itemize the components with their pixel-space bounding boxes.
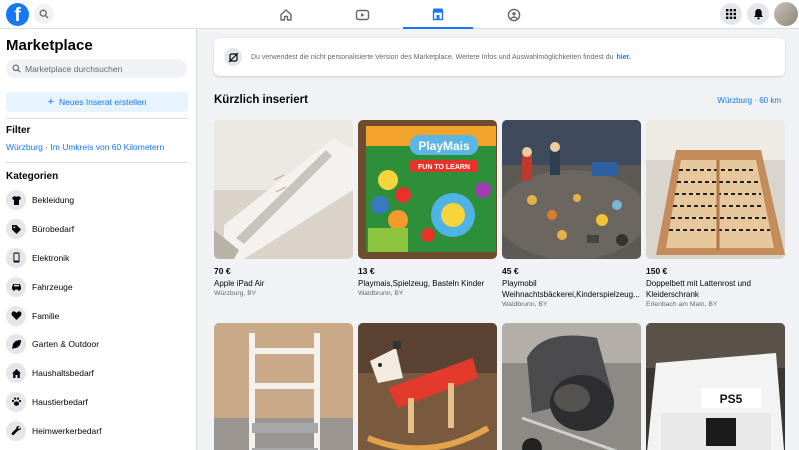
filter-location-link[interactable]: Würzburg · Im Umkreis von 60 Kilometern <box>6 142 164 152</box>
listing-location: Waldbrunn, BY <box>502 301 548 308</box>
divider <box>6 118 188 119</box>
tag-icon <box>6 219 26 240</box>
tab-home[interactable] <box>251 0 321 29</box>
listing-price: 45 € <box>502 266 519 276</box>
category-label: Bekleidung <box>32 195 75 206</box>
listing-image[interactable]: PS5 <box>646 323 785 450</box>
category-item-familie[interactable]: Familie <box>6 301 188 330</box>
leaf-icon <box>6 334 26 355</box>
search-placeholder: Marketplace durchsuchen <box>25 63 123 74</box>
category-label: Fahrzeuge <box>32 281 73 292</box>
search-icon <box>12 64 21 73</box>
listing-card[interactable]: 45 € Playmobil Weihnachtsbäckerei,Kinder… <box>502 120 641 308</box>
listing-card[interactable] <box>502 323 641 450</box>
category-item-bekleidung[interactable]: Bekleidung <box>6 186 188 215</box>
playmais-tagline: FUN TO LEARN <box>418 164 470 171</box>
paw-icon <box>6 391 26 412</box>
create-listing-label: Neues Inserat erstellen <box>59 97 147 107</box>
grid-menu-icon <box>726 9 736 19</box>
bell-icon <box>753 9 763 20</box>
phone-icon <box>6 247 26 268</box>
category-item-buerobedarf[interactable]: Bürobedarf <box>6 215 188 244</box>
page-title: Marketplace <box>6 37 93 54</box>
categories-heading: Kategorien <box>6 171 59 182</box>
search-button[interactable] <box>34 4 54 24</box>
category-label: Familie <box>32 310 60 321</box>
listing-image[interactable]: PlayMais FUN TO LEARN <box>358 120 497 259</box>
plus-icon: + <box>47 95 54 108</box>
listing-price: 70 € <box>214 266 231 276</box>
category-label: Heimwerkerbedarf <box>32 425 102 436</box>
category-label: Garten & Outdoor <box>32 339 100 350</box>
tab-video[interactable] <box>327 0 397 29</box>
marketplace-icon <box>432 8 444 20</box>
listing-image[interactable] <box>502 323 641 450</box>
listing-card[interactable]: 150 € Doppelbett mit Lattenrost und Klei… <box>646 120 785 308</box>
groups-icon <box>507 8 521 21</box>
avatar[interactable] <box>774 2 798 26</box>
location-filter-link[interactable]: Würzburg · 60 km <box>717 96 781 105</box>
listing-title: Playmobil Weihnachtsbäckerei,Kinderspiel… <box>502 279 640 299</box>
listing-price: 150 € <box>646 266 668 276</box>
car-icon <box>6 276 26 297</box>
wrench-icon <box>6 420 26 441</box>
search-icon <box>39 9 49 19</box>
section-title: Kürzlich inseriert <box>214 94 308 106</box>
listing-card[interactable] <box>214 323 353 450</box>
listing-image[interactable] <box>646 120 785 259</box>
menu-button[interactable] <box>720 3 742 25</box>
house-icon <box>6 363 26 384</box>
category-label: Haushaltsbedarf <box>32 368 94 379</box>
facebook-logo[interactable]: f <box>6 3 29 26</box>
category-item-garten-outdoor[interactable]: Garten & Outdoor <box>6 330 188 359</box>
category-list: Bekleidung Bürobedarf Elektronik Fahrzeu… <box>6 186 188 445</box>
category-item-haustierbedarf[interactable]: Haustierbedarf <box>6 388 188 417</box>
privacy-icon <box>224 48 242 66</box>
category-item-fahrzeuge[interactable]: Fahrzeuge <box>6 272 188 301</box>
listing-title: Apple iPad Air <box>214 279 265 288</box>
playmais-logo: PlayMais <box>418 139 470 153</box>
listing-title: Doppelbett mit Lattenrost und Kleidersch… <box>646 279 751 299</box>
listing-location: Waldbrunn, BY <box>358 290 404 297</box>
shirt-icon <box>6 190 26 211</box>
home-icon <box>280 8 292 21</box>
filter-heading: Filter <box>6 125 31 136</box>
personalization-notice: Du verwendest die nicht personalisierte … <box>214 38 785 76</box>
create-listing-button[interactable]: + Neues Inserat erstellen <box>6 92 188 112</box>
listing-image[interactable] <box>214 323 353 450</box>
tab-groups[interactable] <box>479 0 549 29</box>
notifications-button[interactable] <box>747 3 769 25</box>
tab-marketplace[interactable] <box>403 0 473 29</box>
category-label: Haustierbedarf <box>32 396 88 407</box>
listing-card[interactable]: 70 € Apple iPad Air Würzburg, BY <box>214 120 353 297</box>
listing-location: Würzburg, BY <box>214 290 257 297</box>
category-item-haushaltsbedarf[interactable]: Haushaltsbedarf <box>6 359 188 388</box>
listing-image[interactable] <box>358 323 497 450</box>
search-input[interactable]: Marketplace durchsuchen <box>6 59 187 78</box>
category-item-elektronik[interactable]: Elektronik <box>6 244 188 273</box>
category-label: Elektronik <box>32 252 70 263</box>
heart-icon <box>6 305 26 326</box>
listing-price: 13 € <box>358 266 375 276</box>
notice-text: Du verwendest die nicht personalisierte … <box>251 53 614 61</box>
divider <box>6 162 188 163</box>
listing-card[interactable]: PlayMais FUN TO LEARN 13 € Playmais,Spie… <box>358 120 497 297</box>
listing-card[interactable]: PS5 <box>646 323 785 450</box>
listing-image[interactable] <box>502 120 641 259</box>
notice-link[interactable]: hier. <box>617 54 631 61</box>
listing-location: Erlenbach am Main, BY <box>646 301 718 308</box>
sidebar: Marketplace Marketplace durchsuchen + Ne… <box>0 29 197 450</box>
category-item-heimwerkerbedarf[interactable]: Heimwerkerbedarf <box>6 416 188 445</box>
listing-image[interactable] <box>214 120 353 259</box>
listing-card[interactable] <box>358 323 497 450</box>
ps5-label: PS5 <box>720 392 743 406</box>
listing-title: Playmais,Spielzeug, Basteln Kinder <box>358 279 485 288</box>
video-icon <box>355 9 369 20</box>
top-navigation-bar: f <box>0 0 799 29</box>
category-label: Bürobedarf <box>32 224 75 235</box>
